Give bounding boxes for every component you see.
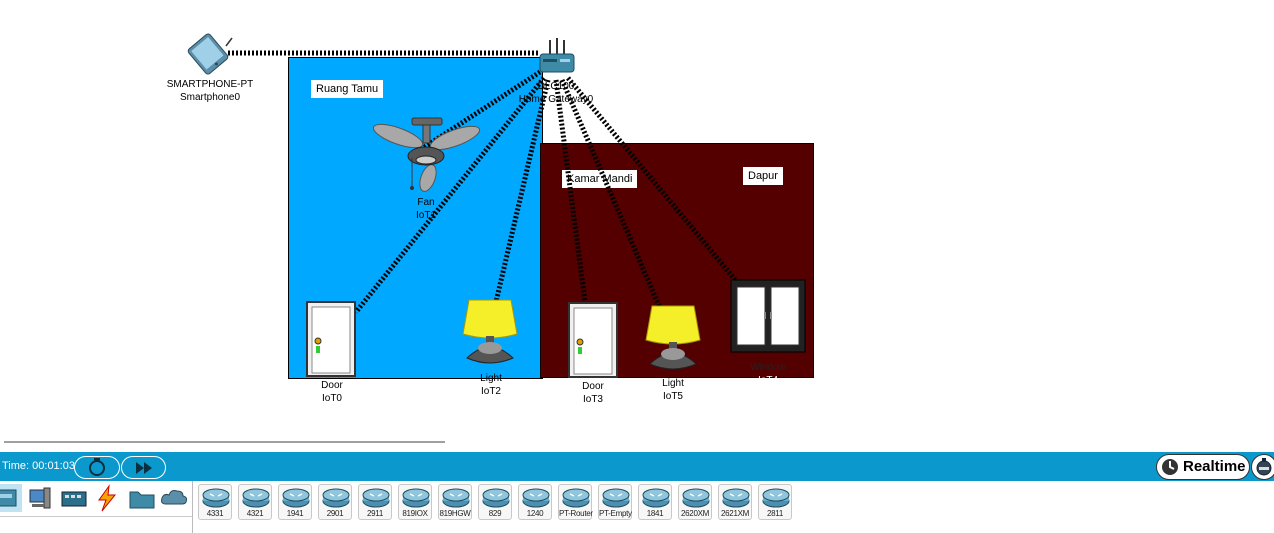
router-model-829[interactable]: 829: [478, 484, 512, 520]
fast-forward-time-button[interactable]: [121, 456, 166, 479]
door-icon[interactable]: [306, 301, 356, 377]
category-divider: [0, 516, 192, 517]
simulation-mode-button[interactable]: [1251, 454, 1274, 480]
device-category-panel: [0, 481, 193, 533]
router-model-2911[interactable]: 2911: [358, 484, 392, 520]
router-icon: [402, 488, 430, 508]
fast-forward-icon: [136, 462, 152, 474]
model-label: 1941: [286, 509, 304, 518]
router-icon: [282, 488, 310, 508]
router-model-2620xm[interactable]: 2620XM: [678, 484, 712, 520]
door0-label: Door IoT0: [321, 380, 343, 404]
router-model-2901[interactable]: 2901: [318, 484, 352, 520]
model-label: PT-Empty: [599, 509, 632, 518]
model-label: 829: [488, 509, 502, 518]
smartphone-label: SMARTPHONE-PT Smartphone0: [166, 79, 254, 103]
link-gateway-door3: [553, 79, 588, 303]
router-icon: [602, 488, 630, 508]
model-label: 1240: [526, 509, 544, 518]
ceiling-fan-icon[interactable]: [370, 116, 482, 196]
simulation-time-bar: Time: 00:01:03 Realtime: [0, 452, 1274, 481]
stopwatch-icon: [1256, 458, 1272, 476]
router-icon: [202, 488, 230, 508]
model-label: 1841: [646, 509, 664, 518]
router-model-2621xm[interactable]: 2621XM: [718, 484, 752, 520]
horizontal-scrollbar[interactable]: [4, 441, 445, 443]
router-model-pt-empty[interactable]: PT-Empty: [598, 484, 632, 520]
network-devices-icon[interactable]: [0, 484, 22, 512]
link-gateway-light2: [493, 79, 551, 303]
router-model-4321[interactable]: 4321: [238, 484, 272, 520]
model-label: 2911: [366, 509, 383, 518]
router-icon: [762, 488, 790, 508]
home-gateway-label: DLC100 Home Gateway0: [518, 81, 594, 105]
components-icon[interactable]: [60, 484, 88, 512]
model-label: 2811: [766, 509, 783, 518]
light5-label: Light IoT5: [662, 378, 684, 402]
model-label: 2620XM: [681, 509, 709, 518]
router-model-819iox[interactable]: 819IOX: [398, 484, 432, 520]
link-gateway-light5: [559, 79, 663, 309]
router-icon: [682, 488, 710, 508]
router-icon: [322, 488, 350, 508]
cycle-icon: [89, 458, 105, 476]
model-label: 819HGW: [439, 509, 471, 518]
router-model-4331[interactable]: 4331: [198, 484, 232, 520]
router-icon: [482, 488, 510, 508]
miscellaneous-folder-icon[interactable]: [128, 484, 156, 512]
end-devices-icon[interactable]: [26, 484, 54, 512]
router-icon: [562, 488, 590, 508]
router-model-1841[interactable]: 1841: [638, 484, 672, 520]
router-model-1240[interactable]: 1240: [518, 484, 552, 520]
model-label: PT-Router: [559, 509, 593, 518]
router-icon: [522, 488, 550, 508]
window-icon[interactable]: [730, 279, 806, 353]
power-cycle-devices-button[interactable]: [74, 456, 120, 479]
smartphone-icon[interactable]: [182, 32, 238, 76]
router-model-pt-router[interactable]: PT-Router: [558, 484, 593, 520]
lamp-icon[interactable]: [642, 304, 704, 376]
multiuser-cloud-icon[interactable]: [160, 484, 188, 512]
realtime-mode-button[interactable]: Realtime: [1156, 454, 1250, 480]
router-icon: [362, 488, 390, 508]
router-icon: [442, 488, 470, 508]
model-label: 4331: [206, 509, 224, 518]
router-icon: [242, 488, 270, 508]
model-label: 2621XM: [721, 509, 749, 518]
fan-label: Fan IoT1: [415, 197, 437, 221]
router-model-1941[interactable]: 1941: [278, 484, 312, 520]
link-gateway-window: [566, 76, 739, 284]
model-label: 2901: [326, 509, 344, 518]
connections-lightning-icon[interactable]: [93, 484, 121, 512]
home-gateway-icon[interactable]: [538, 38, 576, 78]
clock-icon: [1162, 459, 1178, 475]
logical-workspace[interactable]: Ruang Tamu Kamar Mandi Dapur SMARTPHONE-…: [0, 0, 1274, 437]
model-label: 819IOX: [402, 509, 428, 518]
router-model-2811[interactable]: 2811: [758, 484, 792, 520]
router-icon: [642, 488, 670, 508]
router-icon: [722, 488, 750, 508]
door3-label: Door IoT3: [582, 381, 604, 405]
door-icon[interactable]: [568, 302, 618, 378]
device-palette: 4331 4321 1941 2901 2911 819IOX 819HGW 829 1240 P…: [0, 481, 1274, 533]
realtime-label: Realtime: [1183, 458, 1246, 475]
time-label: Time: 00:01:03: [2, 460, 75, 472]
light2-label: Light IoT2: [480, 373, 502, 397]
router-model-819hgw[interactable]: 819HGW: [438, 484, 472, 520]
lamp-icon[interactable]: [459, 298, 521, 370]
model-label: 4321: [246, 509, 264, 518]
window-label: Window IoT4: [750, 362, 786, 386]
